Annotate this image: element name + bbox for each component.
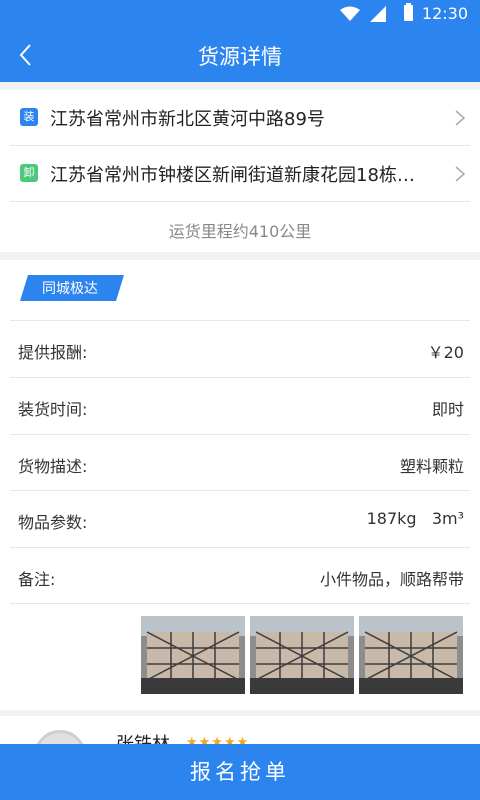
- clock: 12:30: [421, 4, 468, 23]
- status-bar: 12:30: [0, 0, 480, 28]
- loading-time-row: 装货时间: 即时: [0, 379, 480, 435]
- chevron-right-icon: [455, 110, 466, 126]
- signal-icon: [370, 6, 386, 22]
- page-title: 货源详情: [198, 45, 282, 69]
- service-badge-label: 同城极达: [42, 281, 98, 297]
- cargo-params-row: 物品参数: 187kg 3m³: [0, 492, 480, 548]
- signup-grab-order-button[interactable]: 报名抢单: [0, 744, 480, 800]
- cargo-desc-value: 塑料颗粒: [399, 457, 464, 476]
- mileage-text: 运货里程约410公里: [168, 222, 312, 241]
- load-tag: 装: [20, 108, 38, 126]
- divider: [10, 377, 470, 378]
- reward-value: ￥20: [427, 343, 464, 362]
- load-address-row[interactable]: 装 江苏省常州市新北区黄河中路89号: [0, 90, 480, 146]
- reward-label: 提供报酬:: [18, 343, 88, 362]
- loading-time-label: 装货时间:: [18, 400, 88, 419]
- reward-row: 提供报酬: ￥20: [0, 322, 480, 378]
- cargo-params-label: 物品参数:: [18, 513, 88, 532]
- load-address: 江苏省常州市新北区黄河中路89号: [50, 109, 325, 130]
- divider: [10, 490, 470, 491]
- cargo-photo[interactable]: [359, 616, 463, 694]
- unload-tag: 卸: [20, 164, 38, 182]
- remark-label: 备注:: [18, 570, 56, 589]
- remark-value: 小件物品，顺路帮带: [319, 570, 464, 589]
- loading-time-value: 即时: [431, 400, 464, 419]
- unload-address-row[interactable]: 卸 江苏省常州市钟楼区新闸街道新康花园18栋…: [0, 146, 480, 202]
- cargo-params-value: 187kg 3m³: [366, 509, 464, 528]
- unload-address: 江苏省常州市钟楼区新闸街道新康花园18栋…: [50, 165, 415, 186]
- divider: [10, 603, 470, 604]
- divider: [10, 320, 470, 321]
- battery-icon: [404, 3, 413, 21]
- app-header: 货源详情: [0, 28, 480, 82]
- cargo-photo[interactable]: [141, 616, 245, 694]
- divider: [10, 201, 470, 202]
- cargo-desc-label: 货物描述:: [18, 457, 88, 476]
- chevron-right-icon: [455, 166, 466, 182]
- divider: [10, 547, 470, 548]
- divider: [10, 434, 470, 435]
- remark-row: 备注: 小件物品，顺路帮带: [0, 549, 480, 605]
- cargo-photo[interactable]: [250, 616, 354, 694]
- cargo-desc-row: 货物描述: 塑料颗粒: [0, 436, 480, 492]
- wifi-icon: [340, 6, 360, 21]
